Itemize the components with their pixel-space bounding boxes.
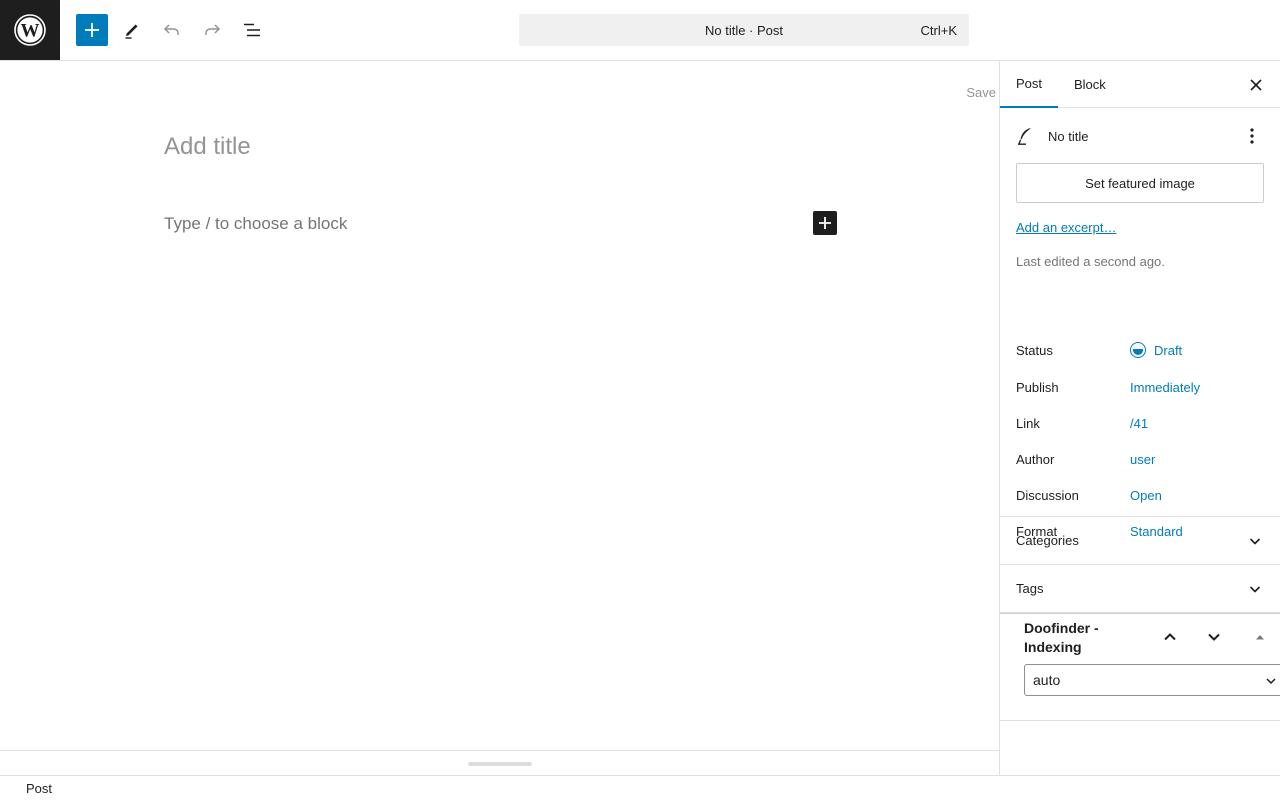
move-down-button[interactable] bbox=[1202, 625, 1226, 649]
add-block-button[interactable] bbox=[76, 14, 108, 46]
post-title-input[interactable]: Add title bbox=[164, 133, 251, 161]
undo-icon bbox=[163, 24, 179, 35]
link-label: Link bbox=[1016, 415, 1040, 431]
chevron-up-icon bbox=[1164, 633, 1176, 641]
editor-header: W No title · Post Ctrl+K bbox=[0, 0, 1280, 61]
author-row: Author user bbox=[1016, 447, 1264, 471]
editor-canvas: Save Add title Type / to choose a block bbox=[0, 61, 999, 751]
metabox-title: Doofinder - Indexing bbox=[1024, 620, 1099, 655]
status-row: Status Draft bbox=[1016, 338, 1264, 362]
post-actions-button[interactable] bbox=[1240, 124, 1264, 148]
toggle-panel-button[interactable] bbox=[1248, 625, 1272, 649]
chevron-down-icon bbox=[1249, 538, 1261, 545]
categories-panel-toggle[interactable]: Categories bbox=[1000, 517, 1280, 565]
post-card: No title bbox=[1016, 124, 1264, 148]
resize-handle[interactable] bbox=[468, 762, 532, 766]
sidebar-tabs: Post Block bbox=[1000, 61, 1280, 108]
indexing-select[interactable]: auto bbox=[1024, 664, 1280, 696]
feather-icon bbox=[1018, 128, 1031, 145]
plus-icon bbox=[85, 23, 99, 37]
chevron-down-icon bbox=[1208, 633, 1220, 641]
link-row: Link /41 bbox=[1016, 411, 1264, 435]
discussion-value-button[interactable]: Open bbox=[1130, 488, 1162, 503]
undo-button[interactable] bbox=[156, 14, 188, 46]
command-palette-button[interactable]: No title · Post Ctrl+K bbox=[519, 14, 969, 46]
chevron-down-icon bbox=[1249, 586, 1261, 593]
list-view-button[interactable] bbox=[236, 14, 268, 46]
wordpress-logo-button[interactable]: W bbox=[0, 0, 60, 60]
chevron-down-icon bbox=[1266, 678, 1276, 685]
last-edited-text: Last edited a second ago. bbox=[1016, 254, 1165, 269]
author-value-button[interactable]: user bbox=[1130, 452, 1155, 467]
publish-label: Publish bbox=[1016, 379, 1059, 395]
tab-post[interactable]: Post bbox=[1000, 61, 1059, 108]
status-value: Draft bbox=[1154, 342, 1183, 358]
doofinder-metabox: Doofinder - Indexing auto bbox=[1000, 613, 1280, 721]
link-value-button[interactable]: /41 bbox=[1130, 416, 1148, 431]
document-title: No title · Post bbox=[704, 22, 784, 38]
editor-footer: Post bbox=[0, 775, 1280, 800]
keyboard-shortcut: Ctrl+K bbox=[920, 23, 957, 38]
categories-label: Categories bbox=[1016, 533, 1079, 548]
discussion-label: Discussion bbox=[1016, 487, 1079, 503]
more-vertical-icon bbox=[1250, 128, 1254, 144]
indexing-select-value: auto bbox=[1033, 672, 1061, 688]
pencil-icon bbox=[125, 24, 138, 39]
tags-label: Tags bbox=[1016, 581, 1044, 596]
publish-value-button[interactable]: Immediately bbox=[1130, 380, 1200, 395]
svg-text:W: W bbox=[21, 21, 40, 42]
save-draft-button[interactable]: Save bbox=[966, 85, 996, 100]
post-summary-panel: No title Set featured image Add an excer… bbox=[1000, 108, 1280, 539]
set-featured-image-button[interactable]: Set featured image bbox=[1016, 163, 1264, 203]
post-card-title: No title bbox=[1048, 128, 1089, 144]
inline-add-block-button[interactable] bbox=[813, 211, 837, 235]
add-excerpt-link[interactable]: Add an excerpt… bbox=[1016, 220, 1116, 235]
publish-row: Publish Immediately bbox=[1016, 375, 1264, 399]
draft-icon bbox=[1130, 342, 1146, 358]
author-label: Author bbox=[1016, 451, 1055, 467]
tools-button[interactable] bbox=[116, 14, 148, 46]
block-breadcrumb[interactable]: Post bbox=[26, 781, 52, 796]
tags-panel-toggle[interactable]: Tags bbox=[1000, 565, 1280, 613]
metabox-resize-bar bbox=[0, 750, 999, 776]
redo-icon bbox=[205, 24, 221, 35]
status-label: Status bbox=[1016, 342, 1053, 358]
redo-button[interactable] bbox=[196, 14, 228, 46]
close-sidebar-button[interactable] bbox=[1246, 75, 1266, 95]
move-up-button[interactable] bbox=[1158, 625, 1182, 649]
wordpress-logo-icon: W bbox=[14, 14, 46, 46]
close-icon bbox=[1250, 79, 1262, 91]
discussion-row: Discussion Open bbox=[1016, 483, 1264, 507]
default-block-placeholder[interactable]: Type / to choose a block bbox=[164, 214, 347, 234]
status-value-button[interactable]: Draft bbox=[1130, 342, 1182, 358]
list-view-icon bbox=[244, 23, 260, 37]
plus-icon bbox=[819, 217, 831, 229]
settings-sidebar: Post Block No title Set featured image A… bbox=[999, 61, 1280, 775]
triangle-up-icon bbox=[1256, 635, 1264, 640]
tab-block[interactable]: Block bbox=[1058, 61, 1122, 108]
